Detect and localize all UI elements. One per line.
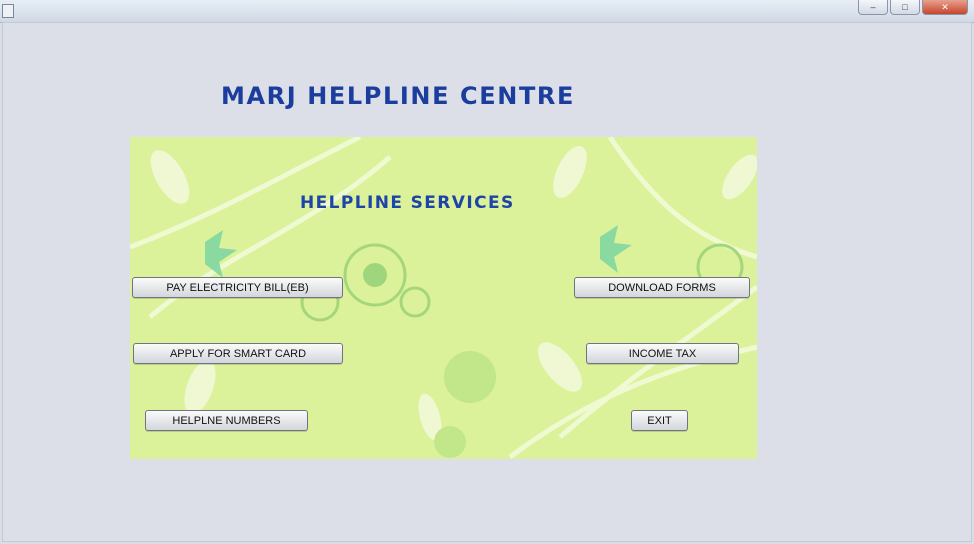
maximize-button[interactable]: □ xyxy=(890,0,920,15)
exit-button[interactable]: EXIT xyxy=(631,410,688,431)
helpline-numbers-button[interactable]: HELPLNE NUMBERS xyxy=(145,410,308,431)
apply-smart-card-button[interactable]: APPLY FOR SMART CARD xyxy=(133,343,343,364)
services-panel: HELPLINE SERVICES PAY ELECTRICITY BILL(E… xyxy=(130,137,757,459)
close-button[interactable]: ✕ xyxy=(922,0,968,15)
page-title: MARJ HELPLINE CENTRE xyxy=(221,82,575,110)
minimize-button[interactable]: – xyxy=(858,0,888,15)
app-icon xyxy=(2,4,14,18)
maximize-icon: □ xyxy=(902,2,908,12)
services-heading: HELPLINE SERVICES xyxy=(300,193,515,213)
close-icon: ✕ xyxy=(941,1,949,12)
pay-electricity-bill-button[interactable]: PAY ELECTRICITY BILL(EB) xyxy=(132,277,343,298)
income-tax-button[interactable]: INCOME TAX xyxy=(586,343,739,364)
window-titlebar[interactable]: – □ ✕ xyxy=(0,0,974,23)
download-forms-button[interactable]: DOWNLOAD FORMS xyxy=(574,277,750,298)
window-controls: – □ ✕ xyxy=(858,0,968,15)
minimize-icon: – xyxy=(870,2,876,12)
